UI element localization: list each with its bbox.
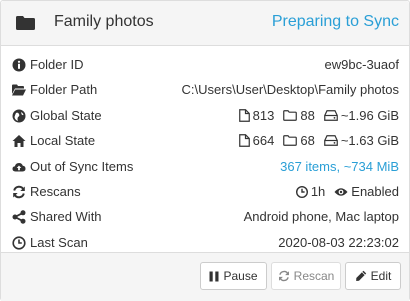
clock-icon xyxy=(12,236,26,250)
folder-id-value: ew9bc-3uaof xyxy=(324,57,399,72)
rescan-interval-value: 1h xyxy=(310,184,326,199)
folder-panel: Family photos Preparing to Sync Folder I… xyxy=(0,0,410,301)
home-icon xyxy=(12,135,26,147)
rescan-interval: 1h xyxy=(295,184,326,199)
global-size-value: ~1.96 GiB xyxy=(340,108,399,123)
folder-open-icon xyxy=(12,84,26,96)
global-files: 813 xyxy=(238,108,275,123)
global-state-value: 813 88 ~1.96 GiB xyxy=(238,108,399,123)
globe-icon xyxy=(12,109,26,123)
hard-drive-icon xyxy=(323,110,338,121)
row-label: Rescans xyxy=(30,184,81,199)
shared-with-value: Android phone, Mac laptop xyxy=(243,209,399,224)
clock-icon xyxy=(295,185,308,198)
global-folders: 88 xyxy=(283,108,315,123)
info-icon xyxy=(12,58,26,72)
eye-icon xyxy=(334,187,348,196)
edit-label: Edit xyxy=(370,269,392,283)
global-files-count: 813 xyxy=(252,108,275,123)
pause-label: Pause xyxy=(223,269,258,283)
hard-drive-icon xyxy=(323,135,338,146)
folder-icon xyxy=(16,16,35,30)
row-label: Last Scan xyxy=(30,235,88,250)
global-folders-count: 88 xyxy=(300,108,315,123)
watch-status: Enabled xyxy=(334,184,399,199)
folder-outline-icon xyxy=(283,110,298,121)
rescan-button[interactable]: Rescan xyxy=(271,262,341,290)
row-label: Shared With xyxy=(30,209,102,224)
pause-button[interactable]: Pause xyxy=(200,262,267,290)
cloud-upload-icon xyxy=(12,163,26,172)
file-icon xyxy=(238,109,250,122)
rescans-value: 1h Enabled xyxy=(295,184,399,199)
rescan-label: Rescan xyxy=(293,269,335,283)
refresh-icon xyxy=(278,270,289,282)
refresh-icon xyxy=(13,185,25,199)
row-label: Folder Path xyxy=(30,82,98,97)
row-label: Folder ID xyxy=(30,57,84,72)
last-scan-value: 2020-08-03 22:23:02 xyxy=(278,235,399,250)
local-size: ~1.63 GiB xyxy=(323,133,399,148)
row-label: Global State xyxy=(30,108,102,123)
local-folders-count: 68 xyxy=(300,133,315,148)
local-files: 664 xyxy=(238,133,275,148)
local-files-count: 664 xyxy=(252,133,275,148)
folder-panel-header[interactable]: Family photos Preparing to Sync xyxy=(1,1,409,46)
local-folders: 68 xyxy=(283,133,315,148)
row-out-of-sync: Out of Sync Items 367 items, ~734 MiB xyxy=(1,154,409,179)
row-label: Out of Sync Items xyxy=(30,159,134,174)
row-rescans: Rescans 1h Enabled xyxy=(1,179,409,204)
out-of-sync-link[interactable]: 367 items, ~734 MiB xyxy=(280,159,399,174)
row-label: Local State xyxy=(30,133,96,148)
folder-outline-icon xyxy=(283,135,298,146)
sync-status: Preparing to Sync xyxy=(271,13,399,30)
watch-status-value: Enabled xyxy=(351,184,399,199)
row-shared-with: Shared With Android phone, Mac laptop xyxy=(1,204,409,229)
file-icon xyxy=(238,134,250,147)
folder-path-value: C:\Users\User\Desktop\Family photos xyxy=(181,82,399,97)
row-global-state: Global State 813 88 ~1.96 GiB xyxy=(1,103,409,128)
local-state-value: 664 68 ~1.63 GiB xyxy=(238,133,399,148)
folder-name: Family photos xyxy=(54,13,154,30)
global-size: ~1.96 GiB xyxy=(323,108,399,123)
row-folder-path: Folder Path C:\Users\User\Desktop\Family… xyxy=(1,77,409,102)
edit-button[interactable]: Edit xyxy=(345,262,401,290)
share-icon xyxy=(12,210,26,224)
local-size-value: ~1.63 GiB xyxy=(340,133,399,148)
row-local-state: Local State 664 68 ~1.63 GiB xyxy=(1,128,409,153)
folder-panel-footer: Pause Rescan Edit xyxy=(1,252,409,301)
row-folder-id: Folder ID ew9bc-3uaof xyxy=(1,52,409,77)
pause-icon xyxy=(209,271,219,281)
pencil-icon xyxy=(355,270,366,281)
